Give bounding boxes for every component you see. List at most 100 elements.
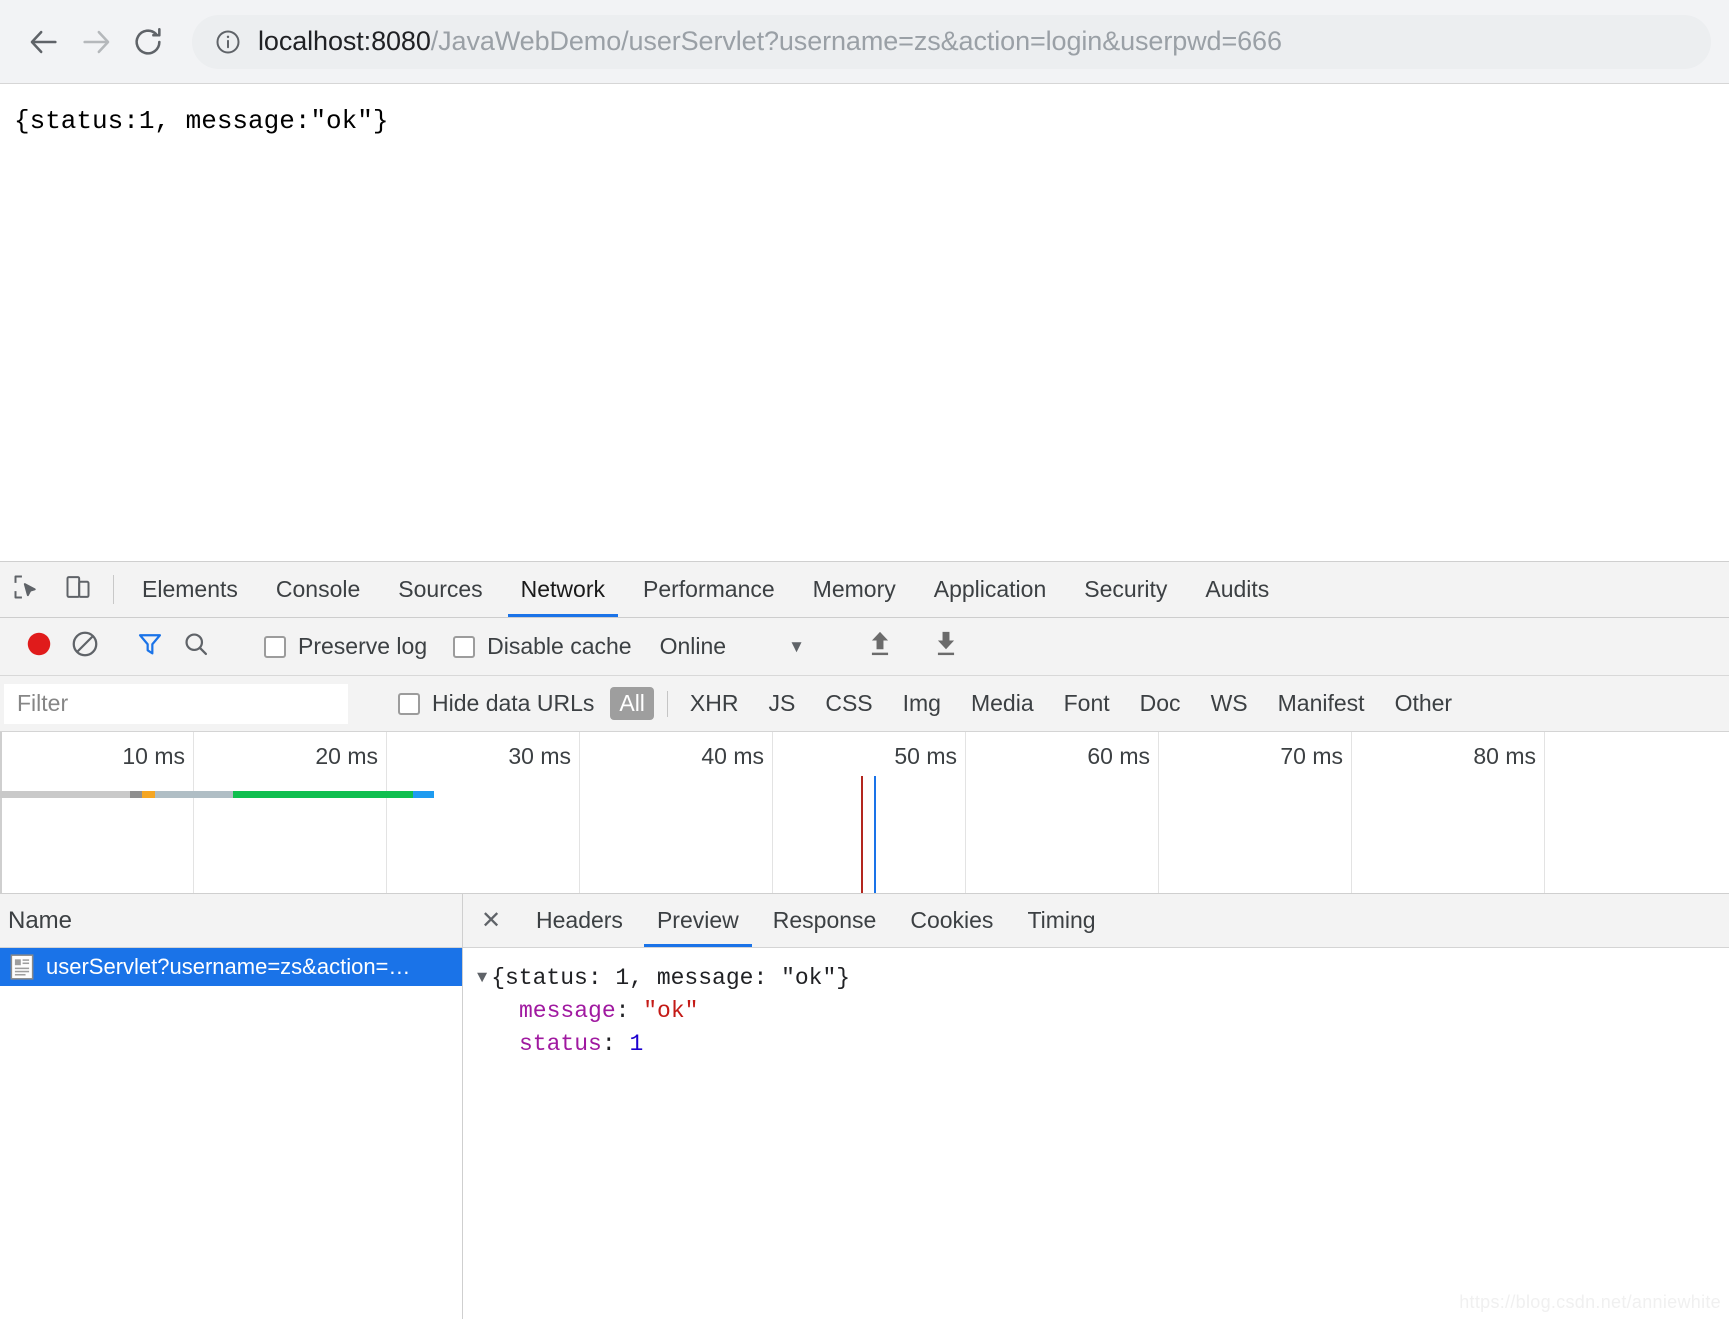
overview-gridline (1158, 732, 1159, 893)
filter-input[interactable]: Filter (4, 683, 348, 724)
detail-tab-preview[interactable]: Preview (640, 894, 756, 947)
json-root-summary: {status: 1, message: "ok"} (491, 962, 850, 995)
overview-tick-label: 60 ms (1087, 743, 1150, 769)
type-filter-other[interactable]: Other (1386, 687, 1462, 720)
search-button[interactable] (173, 624, 219, 670)
json-entry-message[interactable]: message: "ok" (477, 995, 1729, 1028)
disable-cache-checkbox[interactable]: Disable cache (441, 633, 632, 660)
overview-gridline (579, 732, 580, 893)
export-har-button[interactable] (923, 624, 969, 670)
type-filter-xhr[interactable]: XHR (681, 687, 748, 720)
overview-gridline (772, 732, 773, 893)
overview-bar-segment-2 (142, 791, 155, 798)
back-button[interactable] (18, 16, 70, 68)
filter-toggle-button[interactable] (127, 624, 173, 670)
forward-button[interactable] (70, 16, 122, 68)
tab-label: Cookies (910, 907, 994, 933)
record-button-icon (24, 629, 54, 664)
forward-arrow-icon (79, 25, 113, 59)
chevron-down-icon: ▼ (788, 636, 805, 656)
overview-tick-label: 70 ms (1280, 743, 1343, 769)
inspect-element-button[interactable] (0, 562, 52, 617)
device-toolbar-button[interactable] (52, 562, 104, 617)
request-list-header[interactable]: Name (0, 894, 462, 948)
overview-tick-label: 80 ms (1473, 743, 1536, 769)
detail-tab-cookies[interactable]: Cookies (893, 894, 1010, 947)
type-filter-media[interactable]: Media (962, 687, 1043, 720)
overview-request-bar (0, 791, 434, 798)
tab-console[interactable]: Console (257, 562, 379, 617)
reload-icon (131, 25, 165, 59)
toolbar-divider (113, 575, 114, 604)
network-throttling-select[interactable]: Online ▼ (660, 633, 805, 660)
type-filter-ws[interactable]: WS (1202, 687, 1257, 720)
request-detail-tabbar: ✕ Headers Preview Response Cookies Timin… (463, 894, 1729, 948)
clear-icon (70, 629, 100, 664)
page-response-text: {status:1, message:"ok"} (14, 106, 389, 136)
chevron-down-icon[interactable]: ▼ (477, 962, 487, 995)
request-name: userServlet?username=zs&action=… (46, 954, 411, 979)
tab-network[interactable]: Network (502, 562, 624, 617)
document-request-icon (10, 954, 34, 980)
column-header-name: Name (8, 906, 73, 934)
tab-label: Timing (1027, 907, 1096, 933)
type-filter-doc[interactable]: Doc (1131, 687, 1190, 720)
tab-elements[interactable]: Elements (123, 562, 257, 617)
type-filter-css[interactable]: CSS (816, 687, 881, 720)
json-root-prefix: {status: 1, message: (491, 965, 782, 991)
type-filter-all[interactable]: All (610, 687, 654, 720)
json-root-string: "ok" (781, 965, 837, 991)
funnel-filter-icon (136, 630, 164, 663)
tab-label: Network (520, 576, 605, 602)
json-root-row[interactable]: ▼ {status: 1, message: "ok"} (477, 962, 1729, 995)
tab-label: Performance (643, 576, 775, 602)
tab-label: Response (772, 907, 877, 933)
tab-memory[interactable]: Memory (794, 562, 915, 617)
tab-audits[interactable]: Audits (1186, 562, 1288, 617)
network-lower-pane: Name userServlet?username=zs&action=… ✕ … (0, 894, 1729, 1319)
json-key: message (519, 998, 616, 1024)
json-value: 1 (629, 1031, 644, 1057)
request-list: Name userServlet?username=zs&action=… (0, 894, 463, 1319)
filter-divider (666, 690, 668, 717)
close-button[interactable]: ✕ (463, 894, 519, 947)
preserve-log-label: Preserve log (298, 633, 428, 659)
hide-data-urls-checkbox[interactable]: Hide data URLs (386, 690, 594, 717)
overview-gridline (193, 732, 194, 893)
table-row[interactable]: userServlet?username=zs&action=… (0, 948, 462, 986)
type-filter-manifest[interactable]: Manifest (1269, 687, 1374, 720)
json-entry-status[interactable]: status: 1 (477, 1028, 1729, 1061)
detail-tab-response[interactable]: Response (756, 894, 894, 947)
device-toolbar-icon (64, 573, 92, 606)
preserve-log-checkbox[interactable]: Preserve log (252, 633, 427, 660)
record-button[interactable] (16, 624, 62, 670)
detail-tab-headers[interactable]: Headers (519, 894, 640, 947)
address-bar[interactable]: localhost:8080/JavaWebDemo/userServlet?u… (192, 14, 1711, 69)
tab-label: Security (1084, 576, 1168, 602)
reload-button[interactable] (122, 16, 174, 68)
tab-performance[interactable]: Performance (624, 562, 794, 617)
info-circle-icon[interactable] (214, 28, 242, 56)
type-filter-img[interactable]: Img (894, 687, 950, 720)
network-toolbar: Preserve log Disable cache Online ▼ (0, 618, 1729, 676)
overview-tick-label: 20 ms (315, 743, 378, 769)
detail-tab-timing[interactable]: Timing (1010, 894, 1112, 947)
checkbox-box (453, 635, 476, 658)
overview-bar-segment-3 (155, 791, 233, 798)
tab-security[interactable]: Security (1065, 562, 1186, 617)
overview-bar-segment-5 (413, 791, 434, 798)
tab-application[interactable]: Application (915, 562, 1066, 617)
network-overview-timeline[interactable]: 10 ms 20 ms 30 ms 40 ms 50 ms 60 ms 70 m… (0, 732, 1729, 894)
import-har-button[interactable] (857, 624, 903, 670)
close-icon: ✕ (480, 907, 502, 934)
tab-label: Preview (656, 907, 739, 933)
tab-sources[interactable]: Sources (379, 562, 501, 617)
devtools-tabbar: Elements Console Sources Network Perform… (0, 562, 1729, 618)
type-filter-js[interactable]: JS (759, 687, 804, 720)
hide-data-urls-label: Hide data URLs (432, 690, 595, 716)
overview-tick-label: 30 ms (508, 743, 571, 769)
type-filter-font[interactable]: Font (1055, 687, 1119, 720)
tab-label: Headers (536, 907, 623, 933)
overview-bar-segment-4 (233, 791, 413, 798)
clear-button[interactable] (62, 624, 108, 670)
